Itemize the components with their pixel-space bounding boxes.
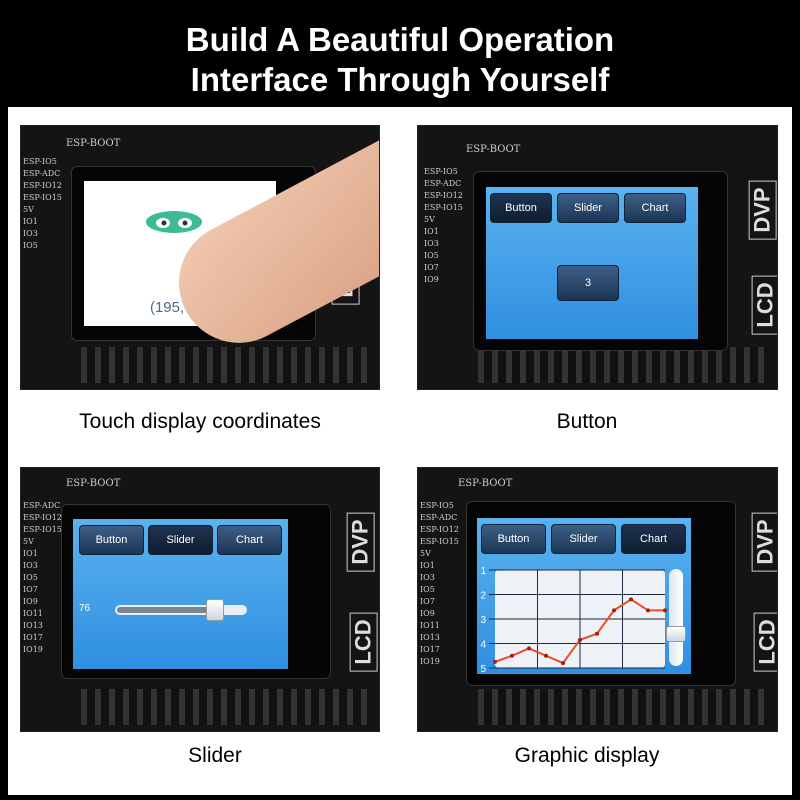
slider-value: 76 bbox=[79, 603, 91, 614]
pin-labels: ESP-ADC ESP-IO12 ESP-IO15 5V IO1 IO3 IO5 IO7 IO9… bbox=[23, 501, 62, 654]
y-tick-label: 4 bbox=[480, 640, 486, 651]
data-point bbox=[612, 608, 616, 613]
page-header: Build A Beautiful Operation Interface Th… bbox=[0, 0, 800, 107]
boot-label: ESP-BOOT bbox=[66, 138, 121, 149]
tab-slider[interactable]: Slider bbox=[148, 525, 213, 555]
caption-chart: Graphic display bbox=[514, 744, 660, 767]
y-tick-label: 3 bbox=[480, 615, 486, 626]
board-button: ESP-BOOT ESP-IO5 ESP-ADC ESP-IO12 ESP-IO15 5… bbox=[417, 125, 778, 390]
lcd-label: LCD bbox=[349, 612, 378, 672]
caption-slider: Slider bbox=[188, 744, 242, 767]
caption-touch: Touch display coordinates bbox=[79, 410, 321, 433]
pin-labels: ESP-IO5 ESP-ADC ESP-IO12 ESP-IO15 5V IO1 IO3 IO… bbox=[420, 501, 459, 666]
tab-chart[interactable]: Chart bbox=[621, 524, 686, 554]
data-point bbox=[544, 653, 548, 658]
lcd-label: LCD bbox=[753, 612, 777, 672]
boot-label: ESP-BOOT bbox=[466, 144, 521, 155]
slider-fill bbox=[117, 607, 215, 613]
tab-slider[interactable]: Slider bbox=[557, 193, 619, 223]
dvp-label: DVP bbox=[748, 180, 777, 240]
robot-logo-icon bbox=[146, 211, 202, 233]
pin-header bbox=[81, 347, 369, 383]
lcd-label: LCD bbox=[751, 275, 777, 335]
tab-button[interactable]: Button bbox=[490, 193, 552, 223]
header-line-2: Interface Through Yourself bbox=[190, 61, 610, 98]
dvp-label: DVP bbox=[751, 512, 777, 572]
boot-label: ESP-BOOT bbox=[66, 478, 121, 489]
vertical-slider-knob[interactable] bbox=[666, 625, 686, 642]
data-point bbox=[561, 661, 565, 666]
data-point bbox=[578, 637, 582, 642]
tab-chart[interactable]: Chart bbox=[624, 193, 686, 223]
data-point bbox=[493, 659, 497, 664]
tab-chart[interactable]: Chart bbox=[217, 525, 282, 555]
pin-header bbox=[478, 689, 767, 725]
caption-button: Button bbox=[556, 410, 618, 433]
y-tick-label: 5 bbox=[480, 664, 486, 674]
slider-screen: Button Slider Chart 76 bbox=[73, 519, 288, 669]
tab-button[interactable]: Button bbox=[79, 525, 144, 555]
tab-slider[interactable]: Slider bbox=[551, 524, 616, 554]
chart-screen: Button Slider Chart 1 2 3 4 5 bbox=[477, 518, 691, 674]
board-chart: ESP-BOOT ESP-IO5 ESP-ADC ESP-IO12 ESP-IO15 5… bbox=[417, 467, 778, 732]
pin-header bbox=[478, 347, 767, 383]
boot-label: ESP-BOOT bbox=[458, 478, 513, 489]
board-touch: ESP-BOOT ESP-IO5 ESP-ADC ESP-IO12 ESP-IO15 5… bbox=[20, 125, 380, 390]
pin-labels: ESP-IO5 ESP-ADC ESP-IO12 ESP-IO15 5V IO1 IO3 IO… bbox=[424, 167, 463, 284]
slider-track[interactable] bbox=[115, 599, 247, 621]
vertical-slider[interactable] bbox=[666, 569, 686, 666]
line-chart: 1 2 3 4 5 bbox=[480, 566, 667, 674]
data-point bbox=[510, 653, 514, 658]
tab-button[interactable]: Button bbox=[481, 524, 546, 554]
data-point bbox=[663, 608, 667, 613]
dvp-label: DVP bbox=[346, 512, 375, 572]
button-screen: Button Slider Chart 3 bbox=[486, 187, 698, 339]
y-tick-label: 2 bbox=[480, 591, 486, 602]
data-point bbox=[629, 597, 633, 602]
data-point bbox=[527, 646, 531, 651]
data-point bbox=[646, 608, 650, 613]
counter-button[interactable]: 3 bbox=[557, 265, 619, 301]
header-line-1: Build A Beautiful Operation bbox=[185, 21, 615, 58]
pin-header bbox=[81, 689, 369, 725]
pin-labels: ESP-IO5 ESP-ADC ESP-IO12 ESP-IO15 5V IO1 IO3 IO… bbox=[23, 157, 62, 250]
slider-knob[interactable] bbox=[206, 599, 225, 621]
board-slider: ESP-BOOT ESP-ADC ESP-IO12 ESP-IO15 5V IO1 IO3… bbox=[20, 467, 380, 732]
y-tick-label: 1 bbox=[480, 566, 486, 577]
data-point bbox=[595, 631, 599, 636]
